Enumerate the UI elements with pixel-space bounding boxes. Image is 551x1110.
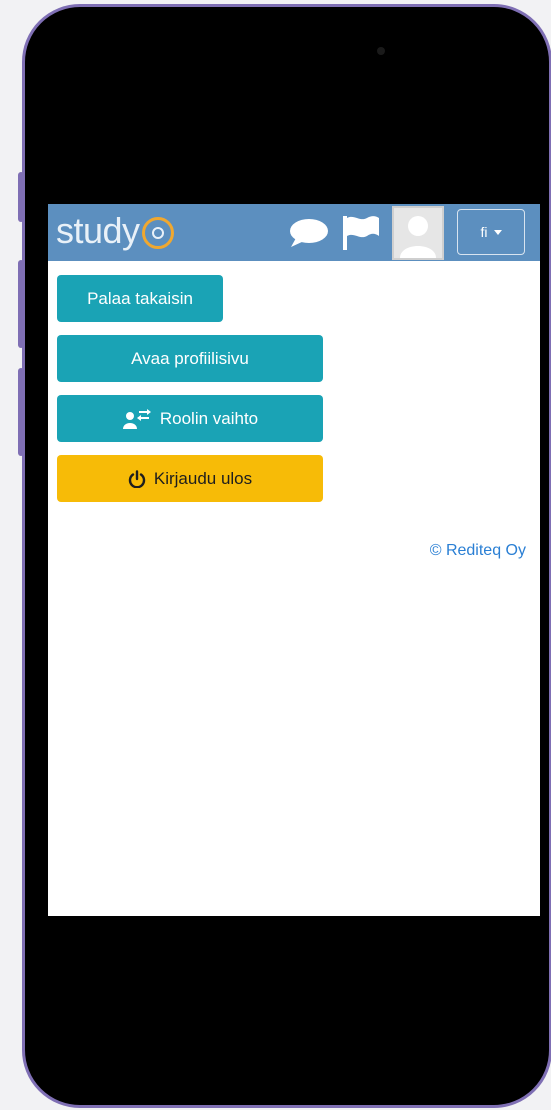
language-label: fi <box>480 224 488 240</box>
back-button-label: Palaa takaisin <box>87 288 193 308</box>
logout-label: Kirjaudu ulos <box>153 468 253 488</box>
open-profile-button[interactable]: Avaa profiilisivu <box>57 335 323 382</box>
avatar-placeholder-icon <box>400 216 436 258</box>
app-screen: study fi Palaa takaisin Avaa profiilisiv… <box>48 204 540 916</box>
switch-role-label: Roolin vaihto <box>159 408 259 428</box>
user-swap-icon <box>122 408 151 429</box>
logo-text: study <box>56 210 140 251</box>
logout-button[interactable]: Kirjaudu ulos <box>57 455 323 502</box>
language-dropdown[interactable]: fi <box>457 209 525 255</box>
switch-role-button[interactable]: Roolin vaihto <box>57 395 323 442</box>
front-camera <box>377 47 385 55</box>
chat-bubble-icon[interactable] <box>288 218 330 248</box>
copyright-link[interactable]: © Rediteq Oy <box>430 542 526 560</box>
back-button[interactable]: Palaa takaisin <box>57 275 223 322</box>
logo-at-symbol <box>141 217 174 249</box>
power-icon <box>128 469 146 488</box>
caret-down-icon <box>493 229 502 235</box>
avatar[interactable] <box>392 206 444 260</box>
open-profile-label: Avaa profiilisivu <box>131 348 249 368</box>
flag-icon[interactable] <box>340 212 382 252</box>
top-navbar: study fi <box>48 204 540 261</box>
studya-logo[interactable]: study <box>56 210 174 254</box>
